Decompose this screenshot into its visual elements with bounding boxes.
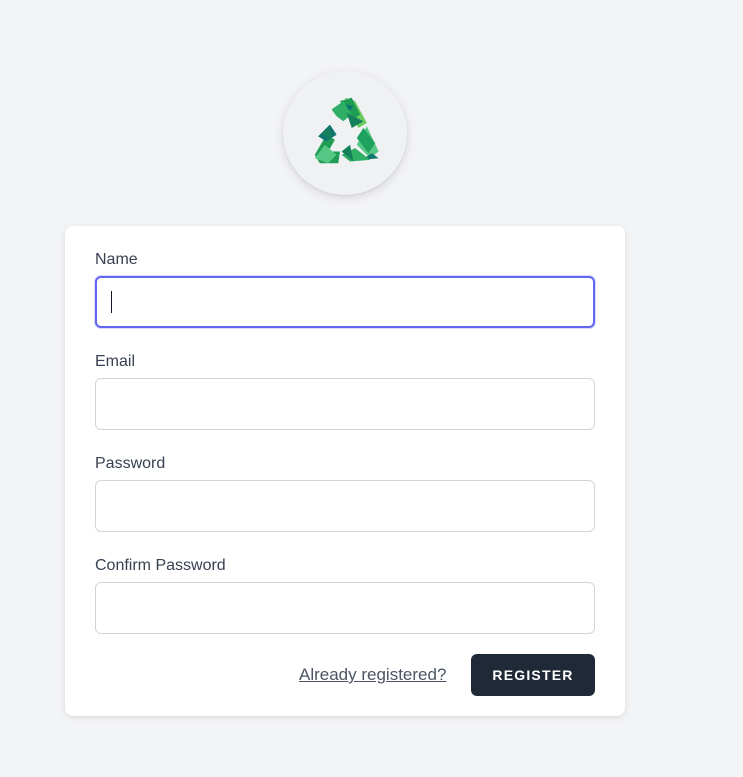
recycle-icon	[314, 97, 379, 164]
confirm-password-input[interactable]	[95, 582, 595, 634]
confirm-password-label: Confirm Password	[95, 557, 226, 574]
name-input[interactable]	[95, 276, 595, 328]
password-field-group: Password	[95, 454, 595, 532]
register-card: Name Email Password Confirm Password Alr…	[65, 226, 625, 716]
name-field-group: Name	[95, 250, 595, 328]
name-label: Name	[95, 251, 138, 268]
email-input[interactable]	[95, 378, 595, 430]
already-registered-link[interactable]: Already registered?	[299, 665, 446, 685]
confirm-password-field-group: Confirm Password	[95, 556, 595, 634]
text-caret	[111, 291, 112, 313]
logo[interactable]	[283, 71, 407, 195]
password-input[interactable]	[95, 480, 595, 532]
email-label: Email	[95, 353, 136, 370]
register-button[interactable]: REGISTER	[471, 654, 595, 696]
email-field-group: Email	[95, 352, 595, 430]
password-label: Password	[95, 455, 166, 472]
